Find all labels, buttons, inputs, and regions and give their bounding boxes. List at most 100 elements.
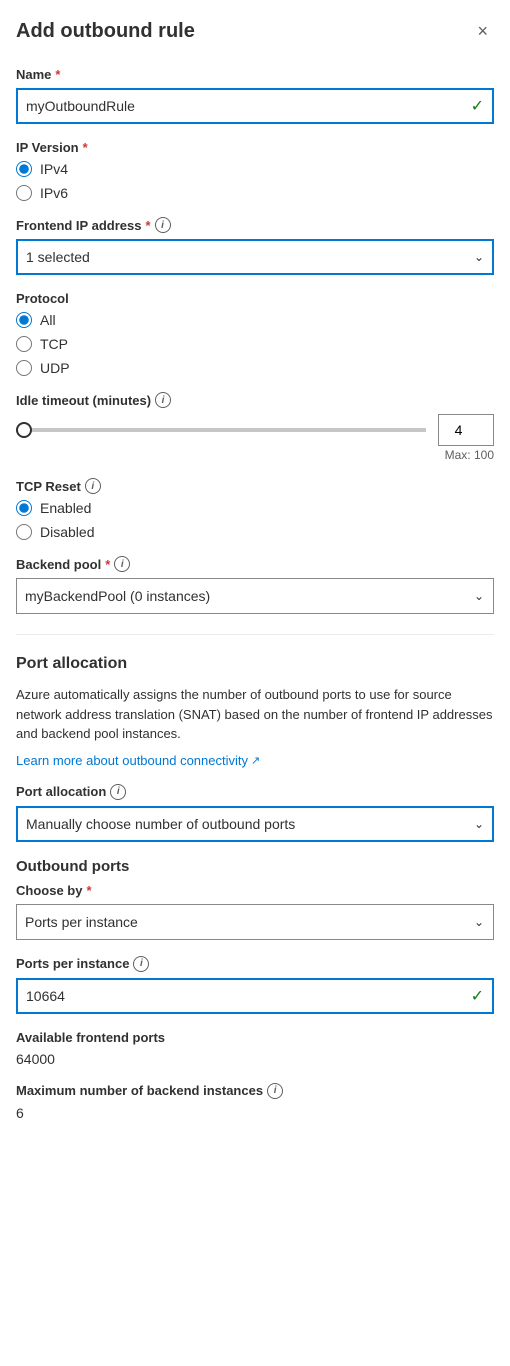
frontend-ip-group: Frontend IP address * i 1 selected ⌄: [16, 217, 494, 275]
available-frontend-ports-label-text: Available frontend ports: [16, 1030, 165, 1045]
tcp-reset-disabled-radio[interactable]: [16, 524, 32, 540]
frontend-ip-required: *: [145, 218, 150, 233]
tcp-reset-info-icon[interactable]: i: [85, 478, 101, 494]
port-allocation-section: Port allocation Azure automatically assi…: [16, 655, 494, 768]
choose-by-dropdown[interactable]: Ports per instance: [16, 904, 494, 940]
port-allocation-dropdown[interactable]: Manually choose number of outbound ports: [16, 806, 494, 842]
frontend-ip-info-icon[interactable]: i: [155, 217, 171, 233]
ip-version-group: IP Version * IPv4 IPv6: [16, 140, 494, 201]
port-allocation-dropdown-wrapper: Manually choose number of outbound ports…: [16, 806, 494, 842]
ports-per-instance-group: Ports per instance i ✓: [16, 956, 494, 1014]
name-group: Name * ✓: [16, 67, 494, 124]
ipv6-label: IPv6: [40, 185, 68, 201]
protocol-udp-label: UDP: [40, 360, 70, 376]
outbound-ports-title: Outbound ports: [16, 858, 494, 875]
external-link-icon: ↗: [251, 754, 260, 767]
protocol-label-text: Protocol: [16, 291, 69, 306]
protocol-udp-option[interactable]: UDP: [16, 360, 494, 376]
backend-pool-group: Backend pool * i myBackendPool (0 instan…: [16, 556, 494, 614]
frontend-ip-label-text: Frontend IP address: [16, 218, 141, 233]
idle-timeout-max-label: Max: 100: [16, 448, 494, 462]
learn-more-text: Learn more about outbound connectivity: [16, 753, 248, 768]
max-backend-instances-value: 6: [16, 1105, 494, 1121]
port-allocation-dropdown-label-text: Port allocation: [16, 784, 106, 799]
backend-pool-label: Backend pool * i: [16, 556, 494, 572]
tcp-reset-disabled-option[interactable]: Disabled: [16, 524, 494, 540]
protocol-label: Protocol: [16, 291, 494, 306]
tcp-reset-disabled-label: Disabled: [40, 524, 94, 540]
ports-per-instance-info-icon[interactable]: i: [133, 956, 149, 972]
port-allocation-dropdown-label: Port allocation i: [16, 784, 494, 800]
idle-timeout-label: Idle timeout (minutes) i: [16, 392, 494, 408]
available-frontend-ports-value: 64000: [16, 1051, 494, 1067]
choose-by-label-text: Choose by: [16, 883, 82, 898]
ip-version-label: IP Version *: [16, 140, 494, 155]
name-required: *: [55, 67, 60, 82]
max-backend-instances-label-text: Maximum number of backend instances: [16, 1083, 263, 1098]
protocol-tcp-label: TCP: [40, 336, 68, 352]
max-backend-instances-label: Maximum number of backend instances i: [16, 1083, 494, 1099]
name-input-wrapper: ✓: [16, 88, 494, 124]
tcp-reset-radio-group: Enabled Disabled: [16, 500, 494, 540]
protocol-all-radio[interactable]: [16, 312, 32, 328]
protocol-all-label: All: [40, 312, 56, 328]
tcp-reset-label-text: TCP Reset: [16, 479, 81, 494]
port-allocation-dropdown-value: Manually choose number of outbound ports: [26, 816, 295, 832]
tcp-reset-enabled-label: Enabled: [40, 500, 91, 516]
outbound-ports-section: Outbound ports Choose by * Ports per ins…: [16, 858, 494, 1121]
idle-timeout-slider[interactable]: [16, 428, 426, 432]
name-input[interactable]: [16, 88, 494, 124]
frontend-ip-value: 1 selected: [26, 249, 90, 265]
protocol-all-option[interactable]: All: [16, 312, 494, 328]
ipv6-option[interactable]: IPv6: [16, 185, 494, 201]
port-allocation-info-icon[interactable]: i: [110, 784, 126, 800]
port-allocation-description: Azure automatically assigns the number o…: [16, 685, 494, 744]
ports-per-instance-label-text: Ports per instance: [16, 956, 129, 971]
max-backend-instances-info-icon[interactable]: i: [267, 1083, 283, 1099]
tcp-reset-group: TCP Reset i Enabled Disabled: [16, 478, 494, 540]
ports-per-instance-check-icon: ✓: [471, 986, 484, 1006]
protocol-tcp-option[interactable]: TCP: [16, 336, 494, 352]
ipv4-radio[interactable]: [16, 161, 32, 177]
choose-by-dropdown-wrapper: Ports per instance ⌄: [16, 904, 494, 940]
learn-more-link[interactable]: Learn more about outbound connectivity ↗: [16, 753, 260, 768]
available-frontend-ports-group: Available frontend ports 64000: [16, 1030, 494, 1067]
panel-title: Add outbound rule: [16, 20, 195, 43]
port-allocation-title: Port allocation: [16, 655, 494, 673]
backend-pool-dropdown[interactable]: myBackendPool (0 instances): [16, 578, 494, 614]
frontend-ip-dropdown-wrapper: 1 selected ⌄: [16, 239, 494, 275]
protocol-group: Protocol All TCP UDP: [16, 291, 494, 376]
ports-per-instance-label: Ports per instance i: [16, 956, 494, 972]
backend-pool-info-icon[interactable]: i: [114, 556, 130, 572]
max-backend-instances-group: Maximum number of backend instances i 6: [16, 1083, 494, 1121]
protocol-udp-radio[interactable]: [16, 360, 32, 376]
name-check-icon: ✓: [471, 96, 484, 116]
ipv6-radio[interactable]: [16, 185, 32, 201]
ip-version-label-text: IP Version: [16, 140, 79, 155]
frontend-ip-dropdown[interactable]: 1 selected: [16, 239, 494, 275]
idle-timeout-label-text: Idle timeout (minutes): [16, 393, 151, 408]
backend-pool-dropdown-wrapper: myBackendPool (0 instances) ⌄: [16, 578, 494, 614]
ports-per-instance-input-wrapper: ✓: [16, 978, 494, 1014]
choose-by-group: Choose by * Ports per instance ⌄: [16, 883, 494, 940]
tcp-reset-enabled-radio[interactable]: [16, 500, 32, 516]
slider-row: [16, 414, 494, 446]
choose-by-label: Choose by *: [16, 883, 494, 898]
close-button[interactable]: ×: [471, 20, 494, 42]
ip-version-required: *: [83, 140, 88, 155]
backend-pool-required: *: [105, 557, 110, 572]
backend-pool-value: myBackendPool (0 instances): [25, 588, 210, 604]
ip-version-radio-group: IPv4 IPv6: [16, 161, 494, 201]
protocol-tcp-radio[interactable]: [16, 336, 32, 352]
name-label: Name *: [16, 67, 494, 82]
name-label-text: Name: [16, 67, 51, 82]
tcp-reset-enabled-option[interactable]: Enabled: [16, 500, 494, 516]
available-frontend-ports-label: Available frontend ports: [16, 1030, 494, 1045]
port-allocation-dropdown-group: Port allocation i Manually choose number…: [16, 784, 494, 842]
ipv4-option[interactable]: IPv4: [16, 161, 494, 177]
protocol-radio-group: All TCP UDP: [16, 312, 494, 376]
idle-timeout-info-icon[interactable]: i: [155, 392, 171, 408]
idle-timeout-value[interactable]: [438, 414, 494, 446]
idle-timeout-group: Idle timeout (minutes) i Max: 100: [16, 392, 494, 462]
ports-per-instance-input[interactable]: [16, 978, 494, 1014]
